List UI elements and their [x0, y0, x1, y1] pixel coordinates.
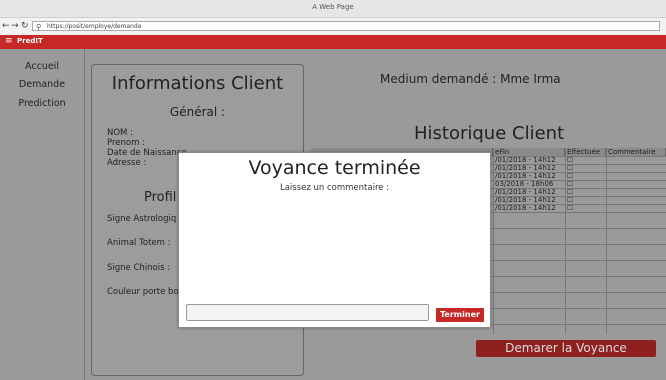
col-divider — [493, 148, 494, 334]
table-header-fin[interactable]: eFin — [493, 148, 565, 156]
sidebar-item-accueil[interactable]: Accueil — [0, 61, 84, 72]
address-label: Adresse : — [107, 158, 147, 168]
table-cell-fin: 03/2018 - 18h06 — [495, 180, 554, 188]
table-header-commentaire[interactable]: Commentaire — [606, 148, 666, 156]
sidebar-item-prediction[interactable]: Prediction — [0, 98, 84, 109]
menu-icon[interactable]: ≡ — [5, 36, 13, 46]
start-voyance-button[interactable]: Demarer la Voyance — [476, 340, 656, 357]
app-header: ≡ PredIT — [0, 35, 666, 49]
table-cell-fin: /01/2018 - 14h12 — [495, 172, 556, 180]
history-title: Historique Client — [414, 123, 565, 144]
medium-label: Medium demandé : Mme Irma — [380, 72, 561, 86]
done-checkbox[interactable]: ☐ — [567, 196, 573, 204]
comment-input[interactable] — [186, 304, 429, 321]
chinese-sign-label: Signe Chinois : — [107, 263, 171, 273]
nom-label: NOM : — [107, 128, 133, 138]
url-input[interactable]: ⚲ https://posit/employe/demande — [32, 21, 660, 31]
done-checkbox[interactable]: ☐ — [567, 204, 573, 212]
table-header-effectuee[interactable]: Effectuée — [565, 148, 606, 156]
general-heading: Général : — [169, 105, 226, 119]
dialog-subtitle: Laissez un commentaire : — [279, 183, 390, 193]
astro-sign-label: Signe Astrologiq — [107, 214, 177, 224]
voyance-complete-dialog: Voyance terminée Laissez un commentaire … — [178, 152, 491, 328]
terminer-button[interactable]: Terminer — [436, 308, 484, 322]
table-cell-fin: /01/2018 - 14h12 — [495, 196, 556, 204]
col-divider — [606, 148, 607, 334]
table-cell-fin: /01/2018 - 14h12 — [495, 156, 556, 164]
search-icon: ⚲ — [36, 23, 42, 31]
url-text: https://posit/employe/demande — [47, 23, 142, 30]
done-checkbox[interactable]: ☐ — [567, 188, 573, 196]
col-divider — [565, 148, 566, 334]
done-checkbox[interactable]: ☐ — [567, 180, 573, 188]
window-title: A Web Page — [312, 3, 354, 11]
back-icon[interactable]: ← — [2, 20, 10, 32]
totem-animal-label: Animal Totem : — [107, 238, 171, 248]
birthdate-label: Date de Naissance — [107, 148, 187, 158]
sidebar: Accueil Demande Prediction — [0, 49, 85, 380]
done-checkbox[interactable]: ☐ — [567, 164, 573, 172]
app-brand[interactable]: PredIT — [17, 37, 43, 45]
forward-icon[interactable]: → — [11, 20, 19, 32]
sidebar-item-demande[interactable]: Demande — [0, 79, 84, 90]
table-cell-fin: /01/2018 - 14h12 — [495, 204, 556, 212]
client-info-title: Informations Client — [111, 73, 284, 94]
prenom-label: Prenom : — [107, 138, 145, 148]
done-checkbox[interactable]: ☐ — [567, 156, 573, 164]
lucky-color-label: Couleur porte bo — [107, 287, 179, 297]
window-titlebar: A Web Page — [0, 0, 666, 18]
table-cell-fin: /01/2018 - 14h12 — [495, 188, 556, 196]
reload-icon[interactable]: ↻ — [21, 20, 29, 32]
done-checkbox[interactable]: ☐ — [567, 172, 573, 180]
table-cell-fin: /01/2018 - 14h12 — [495, 164, 556, 172]
browser-toolbar: ← → ↻ ⚲ https://posit/employe/demande — [0, 18, 666, 36]
dialog-title: Voyance terminée — [248, 157, 421, 179]
